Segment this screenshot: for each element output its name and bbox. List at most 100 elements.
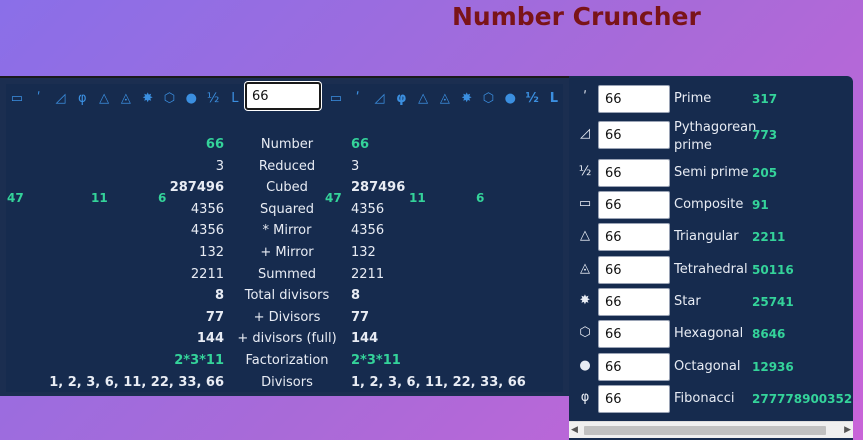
property-label: + Mirror: [260, 245, 314, 260]
prime-icon[interactable]: ʹ: [28, 86, 50, 112]
symbol-row-left: ▭ ʹ ◿ φ △ ◬ ✸ ⬡ ● ½ L: [6, 86, 246, 112]
composite-input[interactable]: [598, 191, 670, 219]
triangular-icon[interactable]: △: [412, 86, 434, 112]
star-input[interactable]: [598, 288, 670, 316]
property-label: Number: [260, 137, 314, 152]
semi-prime-input[interactable]: [598, 159, 670, 187]
semi-prime-icon[interactable]: ½: [202, 86, 224, 112]
l-icon[interactable]: L: [543, 86, 565, 112]
left-value: 77: [205, 309, 224, 325]
composite-icon[interactable]: ▭: [6, 86, 28, 112]
composite-label: Composite: [674, 197, 744, 212]
triangular-icon[interactable]: △: [93, 86, 115, 112]
star-label: Star: [674, 294, 701, 309]
left-value: 144: [196, 331, 224, 347]
triangular-value: 2211: [752, 230, 786, 244]
property-row: 144 + divisors (full) 144: [0, 329, 569, 350]
property-label: + Divisors: [253, 309, 321, 325]
l-icon[interactable]: L: [224, 86, 246, 112]
left-value: 3: [215, 158, 224, 174]
triangular-input[interactable]: [598, 223, 670, 251]
right-value: 4356: [351, 223, 385, 239]
tetrahedral-input[interactable]: [598, 256, 670, 284]
sequence-row-pythagorean-prime: ◿ Pythagorean prime773: [569, 120, 853, 153]
fibonacci-icon[interactable]: φ: [71, 86, 93, 112]
scroll-right-icon[interactable]: ▶: [844, 425, 851, 435]
fibonacci-icon[interactable]: φ: [390, 86, 412, 112]
sequence-row-fibonacci: φ Fibonacci 27777890035288: [569, 384, 853, 414]
semi-prime-icon: ½: [578, 164, 592, 179]
triangular-label: Triangular: [674, 229, 739, 244]
semi-prime-icon[interactable]: ½: [521, 86, 543, 112]
hexagonal-icon[interactable]: ⬡: [159, 86, 181, 112]
right-value: 1, 2, 3, 6, 11, 22, 33, 66: [351, 374, 526, 390]
star-icon[interactable]: ✸: [137, 86, 159, 112]
property-label: Factorization: [245, 353, 329, 368]
sequence-row-triangular: △ Triangular 2211: [569, 222, 853, 252]
pythagorean-prime-value: 773: [752, 128, 778, 142]
scroll-left-icon[interactable]: ◀: [571, 425, 578, 435]
horizontal-scrollbar[interactable]: ◀ ▶: [569, 421, 853, 438]
hexagonal-input[interactable]: [598, 320, 670, 348]
tetrahedral-icon[interactable]: ◬: [115, 86, 137, 112]
sequence-row-octagonal: ● Octagonal 12936: [569, 352, 853, 382]
prime-input[interactable]: [598, 85, 670, 113]
scroll-thumb[interactable]: [584, 426, 826, 435]
property-label: Summed: [257, 266, 317, 282]
comparison-panel: ▭ ʹ ◿ φ △ ◬ ✸ ⬡ ● ½ L ▭ ʹ ◿ φ △ ◬ ✸ ⬡ ● ½ L 47 11 6 47 11 6 …: [0, 76, 569, 396]
property-label: + divisors (full): [237, 331, 337, 347]
left-value: 287496: [169, 180, 224, 196]
tetrahedral-icon[interactable]: ◬: [434, 86, 456, 112]
property-row: 4356 * Mirror 4356: [0, 221, 569, 242]
property-row: 132 + Mirror 132: [0, 243, 569, 264]
prime-icon[interactable]: ʹ: [347, 86, 369, 112]
left-value: 2211: [190, 266, 224, 282]
left-value: 4356: [190, 201, 224, 217]
property-row: 8 Total divisors 8: [0, 286, 569, 307]
right-value: 4356: [351, 201, 385, 217]
property-label: Cubed: [266, 180, 308, 196]
octagonal-icon[interactable]: ●: [499, 86, 521, 112]
fibonacci-value: 27777890035288: [752, 392, 853, 406]
property-row: 1, 2, 3, 6, 11, 22, 33, 66 Divisors 1, 2, …: [0, 373, 569, 394]
composite-value: 91: [752, 198, 769, 212]
symbol-row-right: ▭ ʹ ◿ φ △ ◬ ✸ ⬡ ● ½ L: [325, 86, 565, 112]
hexagonal-value: 8646: [752, 327, 786, 341]
semi-prime-value: 205: [752, 166, 778, 180]
hexagonal-icon[interactable]: ⬡: [478, 86, 500, 112]
property-label: Total divisors: [244, 288, 330, 304]
pythagorean-prime-icon: ◿: [580, 126, 590, 141]
sequence-row-hexagonal: ⬡ Hexagonal 8646: [569, 319, 853, 349]
star-icon: ✸: [579, 293, 591, 308]
right-value: 77: [351, 309, 370, 325]
pythagorean-prime-input[interactable]: [598, 121, 670, 149]
prime-value: 317: [752, 92, 778, 106]
star-icon[interactable]: ✸: [456, 86, 478, 112]
number-input[interactable]: [245, 82, 321, 110]
right-value: 144: [351, 331, 379, 347]
left-value: 2*3*11: [174, 353, 224, 368]
octagonal-icon[interactable]: ●: [180, 86, 202, 112]
sequence-row-composite: ▭ Composite 91: [569, 190, 853, 220]
right-value: 2211: [351, 266, 385, 282]
composite-icon[interactable]: ▭: [325, 86, 347, 112]
sequence-panel: ʹ Prime 317 ◿ Pythagorean prime773 ½ Semi prim…: [569, 76, 853, 440]
right-value: 66: [351, 137, 370, 152]
fibonacci-input[interactable]: [598, 385, 670, 413]
page-title: Number Cruncher: [452, 2, 701, 31]
property-row: 77 + Divisors 77: [0, 308, 569, 329]
left-value: 132: [199, 245, 224, 260]
property-row: 4356 Squared 4356: [0, 200, 569, 221]
property-label: Reduced: [258, 158, 316, 174]
composite-icon: ▭: [578, 196, 592, 211]
pythagorean-prime-label: Pythagorean prime: [674, 120, 757, 153]
hexagonal-icon: ⬡: [579, 325, 591, 340]
pythagorean-prime-icon[interactable]: ◿: [50, 86, 72, 112]
property-row: 66 Number 66: [0, 135, 569, 156]
octagonal-input[interactable]: [598, 353, 670, 381]
fibonacci-label: Fibonacci: [674, 391, 735, 406]
right-value: 2*3*11: [351, 353, 401, 368]
triangular-icon: △: [580, 228, 590, 243]
semi-prime-label: Semi prime: [674, 165, 749, 180]
pythagorean-prime-icon[interactable]: ◿: [369, 86, 391, 112]
